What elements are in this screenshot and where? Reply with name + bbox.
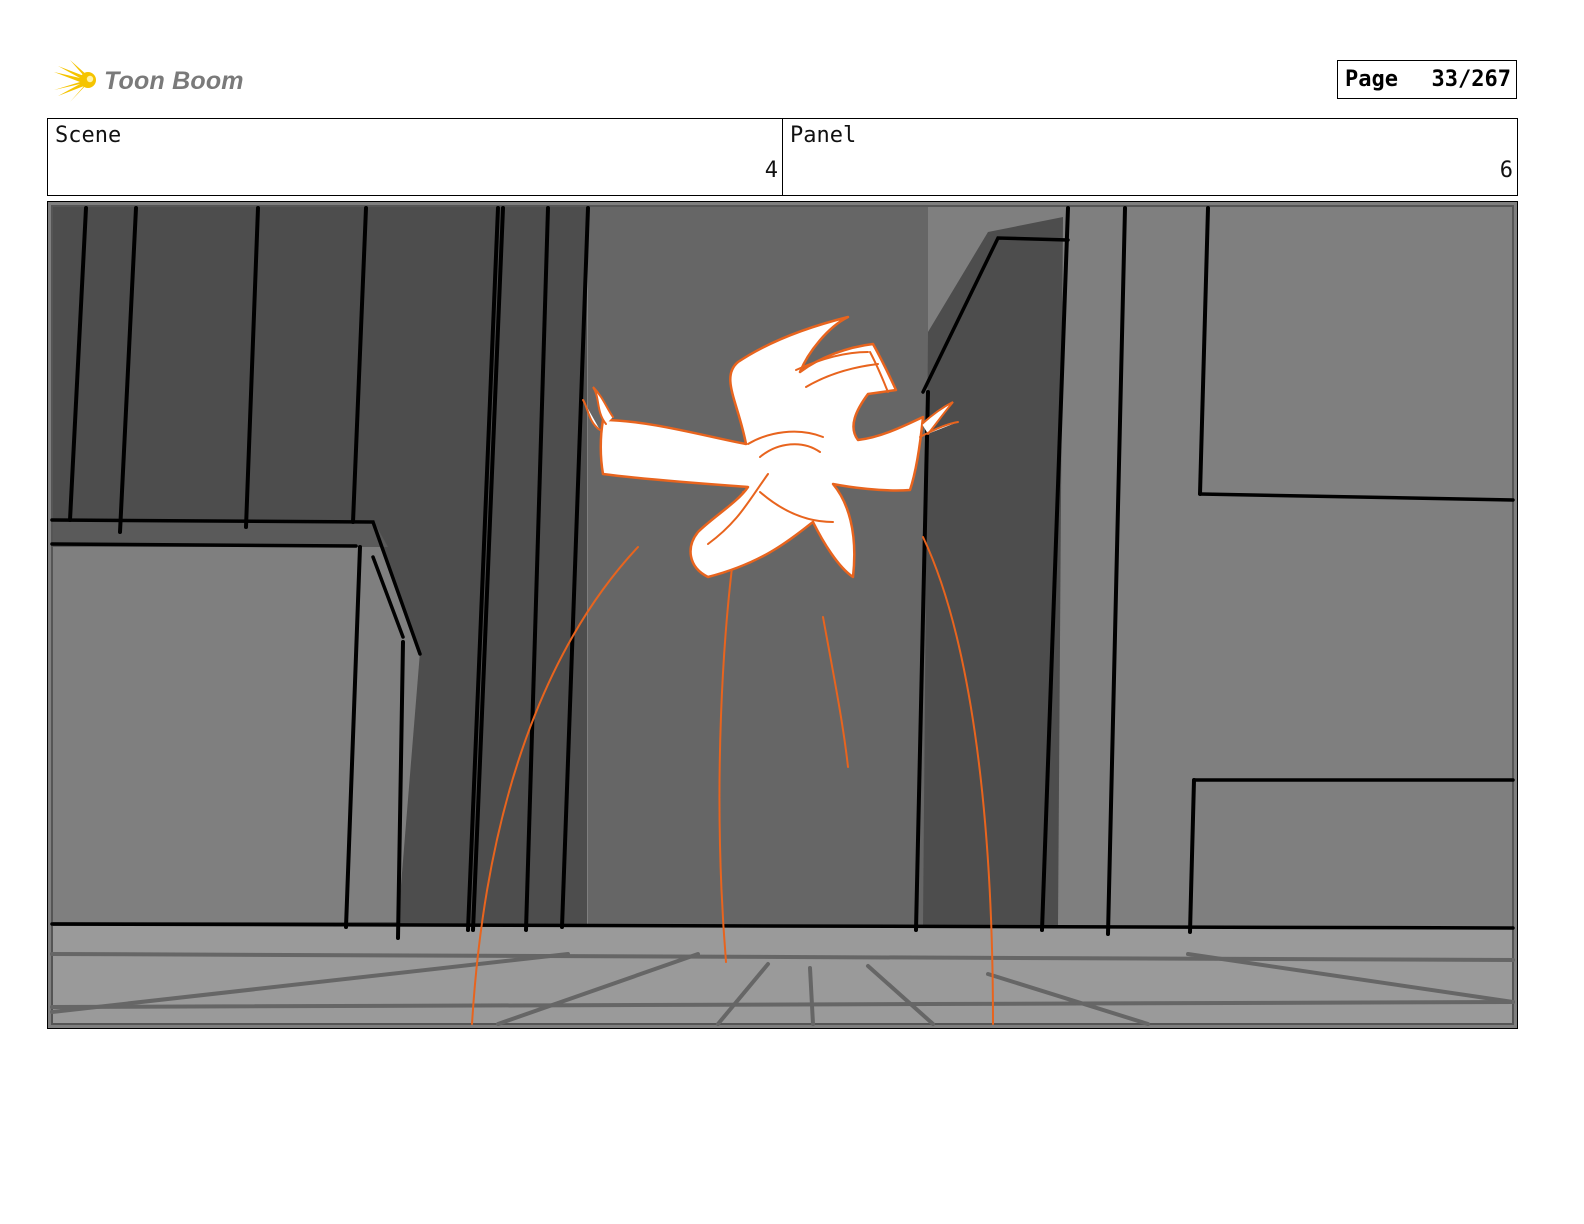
- scene-label: Scene: [55, 123, 122, 148]
- panel-number: 6: [1499, 158, 1513, 183]
- scene-cell: Scene 4: [48, 119, 782, 195]
- storyboard-panel: [47, 201, 1518, 1029]
- page-indicator: Page 33/267: [1337, 60, 1517, 99]
- page-number: 33/267: [1431, 67, 1511, 92]
- logo-text: Toon Boom: [104, 66, 244, 95]
- toon-boom-logo: Toon Boom: [50, 55, 244, 107]
- scene-panel-table: Scene 4 Panel 6: [47, 118, 1518, 196]
- sketch-panel-icon: [48, 202, 1517, 1028]
- page-label: Page: [1345, 67, 1398, 92]
- scene-number: 4: [764, 158, 778, 183]
- toon-boom-burst-icon: [54, 60, 96, 102]
- panel-label: Panel: [790, 123, 857, 148]
- panel-cell: Panel 6: [782, 119, 1517, 195]
